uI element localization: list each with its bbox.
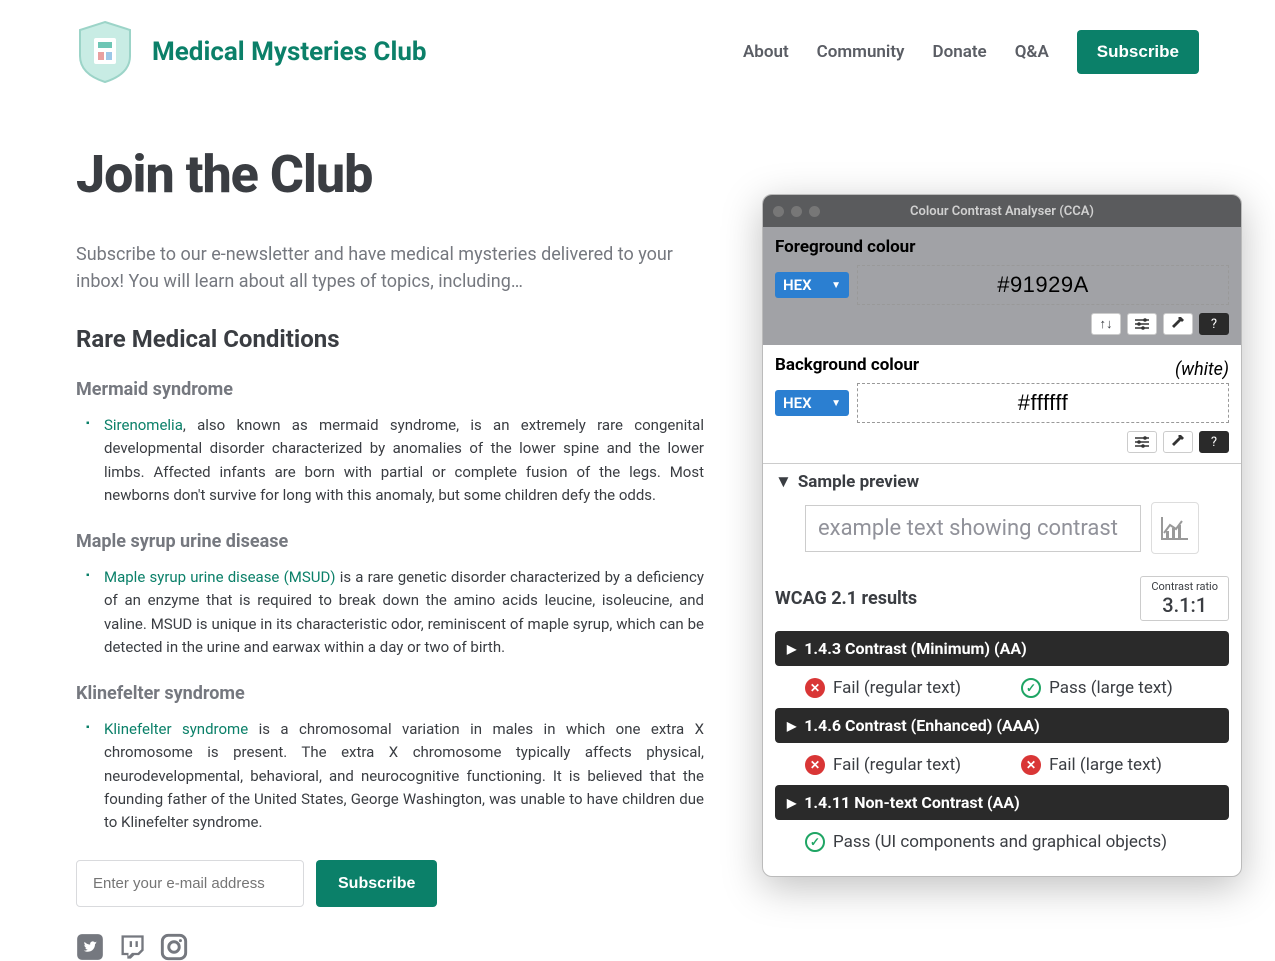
sliders-button[interactable]	[1127, 313, 1157, 335]
chart-icon[interactable]	[1151, 502, 1199, 554]
triangle-down-icon: ▼	[775, 472, 792, 492]
triangle-right-icon: ▶	[787, 719, 796, 733]
result-row-toggle[interactable]: ▶1.4.11 Non-text Contrast (AA)	[775, 785, 1229, 820]
result-text: Pass (UI components and graphical object…	[833, 832, 1167, 852]
sample-section: ▼Sample preview example text showing con…	[763, 463, 1241, 568]
eyedropper-button[interactable]	[1163, 313, 1193, 335]
ratio-label: Contrast ratio	[1151, 580, 1218, 593]
cca-titlebar[interactable]: Colour Contrast Analyser (CCA)	[763, 195, 1241, 227]
condition-text: Sirenomelia, also known as mermaid syndr…	[86, 414, 704, 507]
sample-toggle[interactable]: ▼Sample preview	[775, 472, 1229, 492]
condition-text: Klinefelter syndrome is a chromosomal va…	[86, 718, 704, 834]
background-label: Background colour	[775, 355, 919, 375]
sample-text: example text showing contrast	[805, 505, 1141, 552]
twitter-icon[interactable]	[76, 933, 104, 961]
bg-color-input[interactable]	[857, 383, 1229, 423]
fail-icon: ✕	[805, 755, 825, 775]
fail-icon: ✕	[805, 678, 825, 698]
nav-donate[interactable]: Donate	[933, 42, 987, 62]
eyedropper-button[interactable]	[1163, 431, 1193, 453]
condition-heading: Maple syrup urine disease	[76, 531, 704, 552]
cca-title: Colour Contrast Analyser (CCA)	[763, 204, 1241, 219]
contrast-ratio-box: Contrast ratio 3.1:1	[1140, 576, 1229, 621]
sliders-button[interactable]	[1127, 431, 1157, 453]
nav: About Community Donate Q&A Subscribe	[743, 30, 1199, 74]
result-text: Fail (regular text)	[833, 678, 961, 698]
nav-qa[interactable]: Q&A	[1015, 42, 1049, 62]
pass-icon: ✓	[1021, 678, 1041, 698]
intro-text: Subscribe to our e-newsletter and have m…	[76, 241, 696, 295]
help-button[interactable]: ?	[1199, 431, 1229, 453]
result-row-toggle[interactable]: ▶1.4.3 Contrast (Minimum) (AA)	[775, 631, 1229, 666]
result-text: Fail (large text)	[1049, 755, 1162, 775]
instagram-icon[interactable]	[160, 933, 188, 961]
result-row-toggle[interactable]: ▶1.4.6 Contrast (Enhanced) (AAA)	[775, 708, 1229, 743]
condition-heading: Mermaid syndrome	[76, 379, 704, 400]
color-name-note: (white)	[1175, 359, 1229, 380]
triangle-right-icon: ▶	[787, 642, 796, 656]
condition-body: , also known as mermaid syndrome, is an …	[104, 416, 704, 504]
cca-window: Colour Contrast Analyser (CCA) Foregroun…	[762, 194, 1242, 877]
background-section: Background colour (white) HEX▼ ?	[763, 345, 1241, 463]
bg-format-select[interactable]: HEX▼	[775, 390, 849, 416]
condition-link[interactable]: Sirenomelia	[104, 416, 183, 434]
logo-icon	[76, 20, 134, 84]
twitch-icon[interactable]	[118, 933, 146, 961]
result-text: Pass (large text)	[1049, 678, 1173, 698]
social-row	[76, 933, 704, 961]
result-body: ✕ Fail (regular text) ✕ Fail (large text)	[775, 749, 1229, 785]
subscribe-button[interactable]: Subscribe	[1077, 30, 1199, 74]
fg-color-input[interactable]	[857, 265, 1229, 305]
subscribe-form: Subscribe	[76, 860, 704, 907]
condition-block: Klinefelter syndrome Klinefelter syndrom…	[76, 683, 704, 834]
section-heading: Rare Medical Conditions	[76, 325, 704, 353]
condition-text: Maple syrup urine disease (MSUD) is a ra…	[86, 566, 704, 659]
main-content: Join the Club Subscribe to our e-newslet…	[0, 104, 780, 961]
page-title: Join the Club	[76, 144, 704, 205]
brand: Medical Mysteries Club	[76, 20, 427, 84]
condition-link[interactable]: Maple syrup urine disease (MSUD)	[104, 568, 336, 586]
header: Medical Mysteries Club About Community D…	[0, 0, 1275, 104]
result-body: ✓ Pass (UI components and graphical objec…	[775, 826, 1229, 862]
fail-icon: ✕	[1021, 755, 1041, 775]
ratio-value: 3.1:1	[1151, 593, 1218, 617]
pass-icon: ✓	[805, 832, 825, 852]
foreground-label: Foreground colour	[775, 237, 1229, 257]
result-text: Fail (regular text)	[833, 755, 961, 775]
nav-community[interactable]: Community	[817, 42, 905, 62]
triangle-right-icon: ▶	[787, 796, 796, 810]
fg-format-select[interactable]: HEX▼	[775, 272, 849, 298]
chevron-down-icon: ▼	[831, 280, 841, 291]
swap-button[interactable]: ↑↓	[1091, 313, 1121, 335]
condition-link[interactable]: Klinefelter syndrome	[104, 720, 248, 738]
chevron-down-icon: ▼	[831, 398, 841, 409]
condition-block: Mermaid syndrome Sirenomelia, also known…	[76, 379, 704, 507]
condition-block: Maple syrup urine disease Maple syrup ur…	[76, 531, 704, 659]
result-body: ✕ Fail (regular text) ✓ Pass (large text)	[775, 672, 1229, 708]
subscribe-submit-button[interactable]: Subscribe	[316, 860, 437, 907]
results-title: WCAG 2.1 results	[775, 588, 917, 609]
email-field[interactable]	[76, 860, 304, 907]
results-section: WCAG 2.1 results Contrast ratio 3.1:1 ▶1…	[763, 568, 1241, 876]
foreground-section: Foreground colour HEX▼ ↑↓ ?	[763, 227, 1241, 345]
condition-heading: Klinefelter syndrome	[76, 683, 704, 704]
help-button[interactable]: ?	[1199, 313, 1229, 335]
nav-about[interactable]: About	[743, 42, 789, 62]
brand-name: Medical Mysteries Club	[152, 37, 427, 67]
